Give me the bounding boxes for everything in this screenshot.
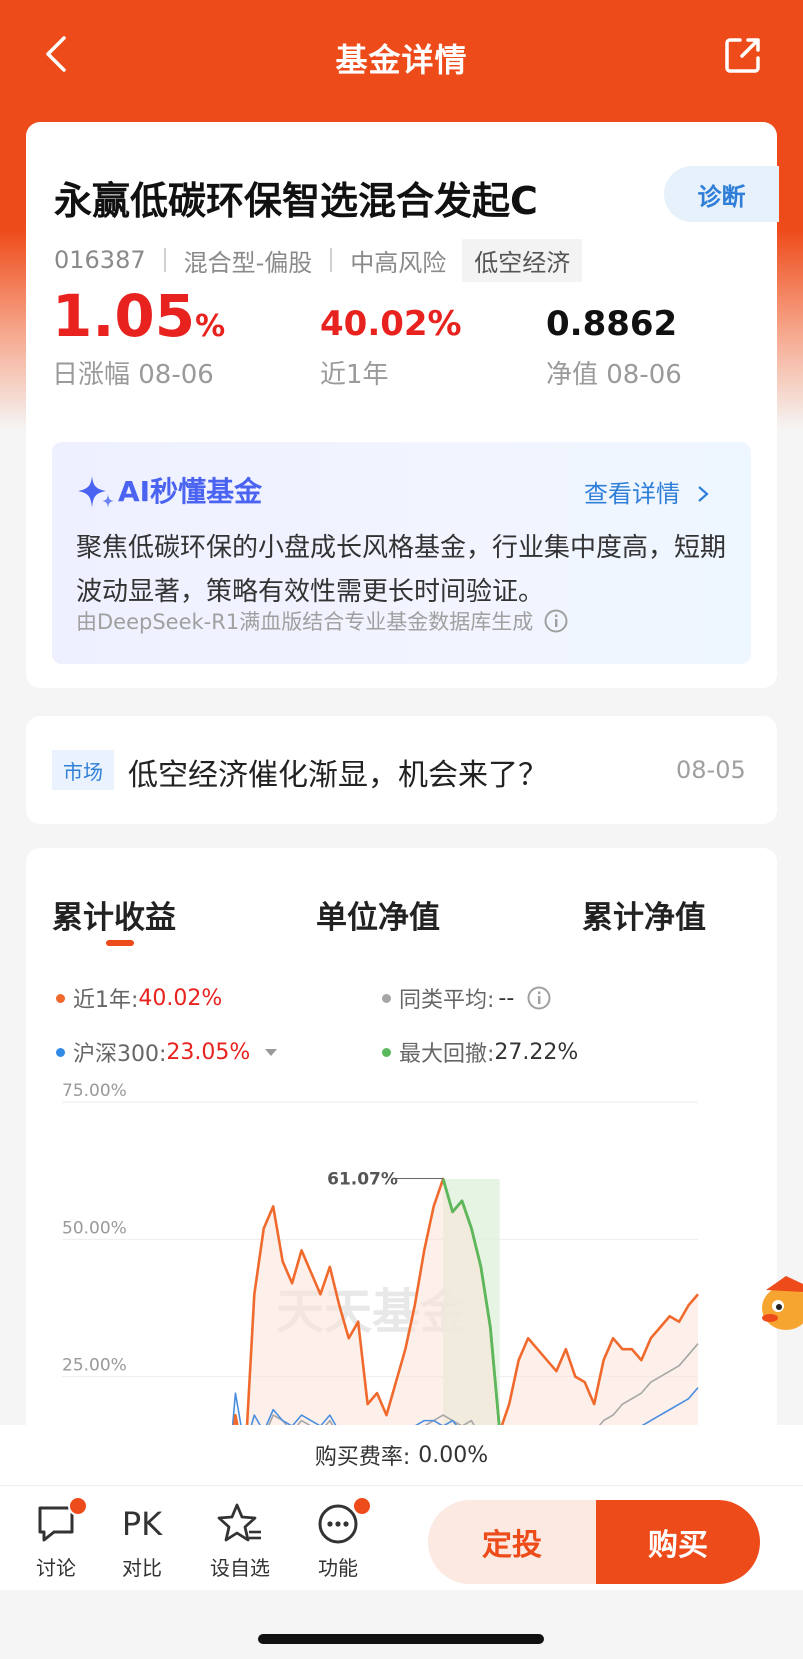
legend-drawdown-label: 最大回撤: bbox=[399, 1042, 495, 1067]
performance-chart-card: 累计收益 单位净值 累计净值 近1年: 40.02% 同类平均: -- 沪深30… bbox=[26, 848, 777, 1488]
ai-view-details-link[interactable]: 查看详情 bbox=[584, 474, 710, 509]
divider bbox=[163, 248, 166, 272]
legend-dot-fund bbox=[56, 993, 65, 1003]
legend-drawdown-value: 27.22% bbox=[494, 1039, 579, 1065]
buy-button[interactable]: 购买 bbox=[596, 1500, 760, 1584]
diagnose-button[interactable]: 诊断 bbox=[664, 166, 779, 222]
ai-footer-text: 由DeepSeek-R1满血版结合专业基金数据库生成 bbox=[76, 610, 534, 634]
fund-meta: 016387 混合型-偏股 中高风险 低空经济 bbox=[54, 238, 583, 282]
fund-summary-card: 永赢低碳环保智选混合发起C 诊断 016387 混合型-偏股 中高风险 低空经济… bbox=[26, 122, 779, 688]
news-date: 08-05 bbox=[676, 756, 746, 784]
legend-dot-peer bbox=[382, 993, 391, 1003]
purchase-fee-bar: 购买费率: 0.00% bbox=[0, 1425, 803, 1485]
legend-dot-index bbox=[56, 1047, 65, 1057]
functions-label: 功能 bbox=[318, 1556, 358, 1580]
notification-badge bbox=[352, 1496, 372, 1516]
page-title: 基金详情 bbox=[335, 40, 468, 79]
news-card[interactable]: 市场 低空经济催化渐显，机会来了？ 08-05 bbox=[26, 716, 777, 824]
auto-invest-button[interactable]: 定投 bbox=[428, 1500, 596, 1584]
theme-tag[interactable]: 低空经济 bbox=[462, 238, 583, 282]
chevron-right-icon bbox=[697, 486, 709, 502]
legend-dot-drawdown bbox=[382, 1047, 391, 1057]
tab-cumulative-nav[interactable]: 累计净值 bbox=[582, 892, 706, 937]
watchlist-label: 设自选 bbox=[210, 1556, 270, 1580]
compare-label: 对比 bbox=[122, 1556, 162, 1580]
y-tick-label: 75.00% bbox=[62, 1081, 127, 1101]
year-return-value: 40.02% bbox=[320, 304, 462, 344]
info-icon[interactable] bbox=[526, 985, 552, 1011]
fund-name: 永赢低碳环保智选混合发起C bbox=[54, 179, 538, 223]
tab-unit-nav[interactable]: 单位净值 bbox=[316, 892, 440, 937]
fee-value: 0.00% bbox=[418, 1442, 489, 1468]
mascot-icon[interactable] bbox=[756, 1262, 803, 1342]
share-icon[interactable] bbox=[722, 34, 764, 76]
discuss-label: 讨论 bbox=[36, 1556, 76, 1580]
fund-risk: 中高风险 bbox=[350, 248, 447, 277]
home-indicator-area bbox=[0, 1590, 803, 1659]
notification-badge bbox=[68, 1496, 88, 1516]
legend-index-label: 沪深300: bbox=[73, 1042, 167, 1067]
y-tick-label: 50.00% bbox=[62, 1218, 127, 1238]
legend-index[interactable]: 沪深300: 23.05% bbox=[56, 1036, 278, 1068]
ai-footer: 由DeepSeek-R1满血版结合专业基金数据库生成 bbox=[76, 606, 569, 636]
y-tick-label: 25.00% bbox=[62, 1356, 127, 1376]
nav-label: 净值 08-06 bbox=[546, 360, 682, 390]
sparkle-icon bbox=[78, 476, 114, 508]
news-title[interactable]: 低空经济催化渐显，机会来了？ bbox=[128, 750, 548, 794]
ai-summary-panel[interactable]: AI秒懂基金 查看详情 聚焦低碳环保的小盘成长风格基金，行业集中度高，短期波动显… bbox=[52, 442, 751, 664]
legend-peer: 同类平均: -- bbox=[382, 982, 552, 1014]
fee-label: 购买费率: bbox=[314, 1445, 411, 1470]
back-icon[interactable] bbox=[40, 32, 80, 76]
discuss-button[interactable]: 讨论 bbox=[16, 1496, 96, 1581]
functions-button[interactable]: 功能 bbox=[298, 1496, 378, 1581]
legend-fund-value: 40.02% bbox=[138, 985, 223, 1011]
legend-fund: 近1年: 40.02% bbox=[56, 982, 222, 1014]
star-list-icon bbox=[217, 1503, 261, 1542]
home-indicator bbox=[258, 1634, 544, 1644]
peak-label: 61.07% bbox=[327, 1170, 398, 1190]
pk-icon: PK bbox=[121, 1505, 163, 1543]
legend-index-value: 23.05% bbox=[166, 1039, 251, 1065]
fund-code: 016387 bbox=[54, 246, 146, 274]
legend-peer-value: -- bbox=[498, 985, 515, 1011]
year-return-label: 近1年 bbox=[320, 360, 389, 390]
daily-change-label: 日涨幅 08-06 bbox=[52, 360, 214, 390]
compare-button[interactable]: PK 对比 bbox=[102, 1502, 182, 1581]
daily-change-value: 1.05% bbox=[52, 282, 225, 350]
bottom-toolbar: 讨论 PK 对比 设自选 功能 定投 购买 bbox=[0, 1485, 803, 1590]
info-icon[interactable] bbox=[543, 608, 569, 634]
daily-change-number: 1.05 bbox=[52, 282, 196, 350]
legend-drawdown: 最大回撤: 27.22% bbox=[382, 1036, 578, 1068]
active-tab-indicator bbox=[106, 940, 134, 946]
fund-type: 混合型-偏股 bbox=[183, 248, 313, 277]
caret-down-icon[interactable] bbox=[264, 1047, 278, 1057]
nav-header: 基金详情 bbox=[0, 0, 803, 115]
legend-fund-label: 近1年: bbox=[73, 988, 139, 1013]
ai-summary-text: 聚焦低碳环保的小盘成长风格基金，行业集中度高，短期波动显著，策略有效性需更长时间… bbox=[76, 533, 727, 607]
daily-change-unit: % bbox=[195, 309, 226, 344]
news-category-tag: 市场 bbox=[52, 750, 114, 790]
nav-value: 0.8862 bbox=[546, 304, 678, 344]
divider bbox=[330, 248, 333, 272]
legend-peer-label: 同类平均: bbox=[399, 988, 495, 1013]
watchlist-button[interactable]: 设自选 bbox=[200, 1502, 280, 1581]
ai-title: AI秒懂基金 bbox=[118, 475, 263, 508]
tab-cumulative-return[interactable]: 累计收益 bbox=[52, 892, 176, 937]
ai-view-details-label: 查看详情 bbox=[584, 480, 680, 508]
